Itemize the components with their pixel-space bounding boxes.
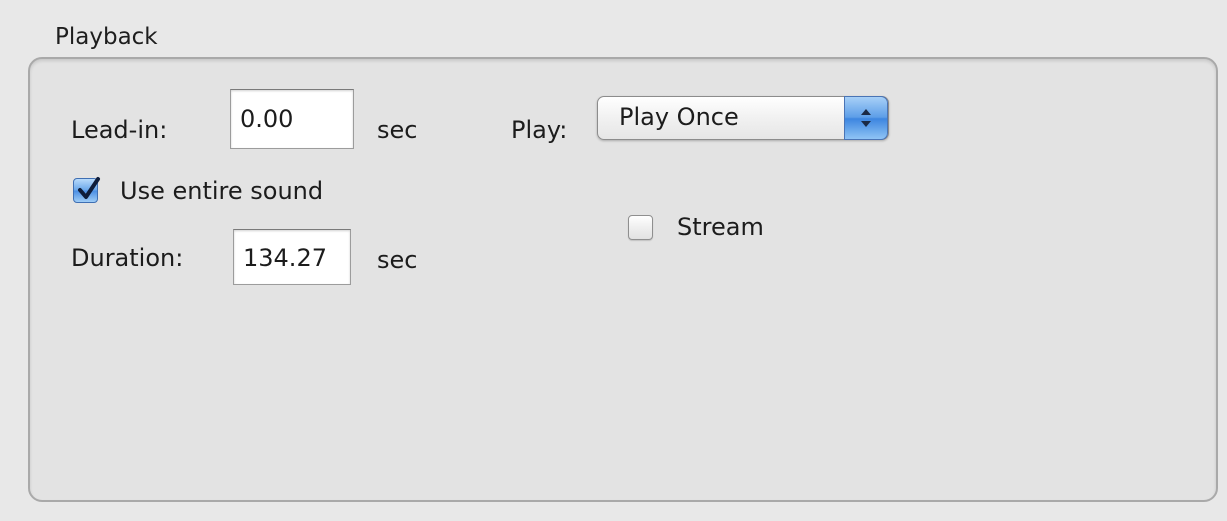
stream-checkbox[interactable] (628, 215, 653, 240)
duration-field[interactable]: 134.27 (233, 229, 351, 285)
section-title-playback: Playback (55, 24, 158, 50)
up-down-chevron-icon (844, 96, 888, 140)
lead-in-field[interactable]: 0.00 (230, 89, 354, 149)
play-popup-value: Play Once (619, 103, 739, 131)
use-entire-sound-checkbox[interactable] (73, 177, 100, 203)
lead-in-label: Lead-in: (71, 116, 168, 144)
lead-in-unit-label: sec (377, 116, 418, 144)
duration-label: Duration: (71, 244, 184, 272)
play-label: Play: (511, 116, 568, 144)
checkmark-icon (78, 177, 100, 199)
duration-unit-label: sec (377, 246, 418, 274)
play-popup-button[interactable]: Play Once (597, 96, 889, 140)
use-entire-sound-label: Use entire sound (120, 177, 324, 205)
stream-label: Stream (677, 213, 764, 241)
